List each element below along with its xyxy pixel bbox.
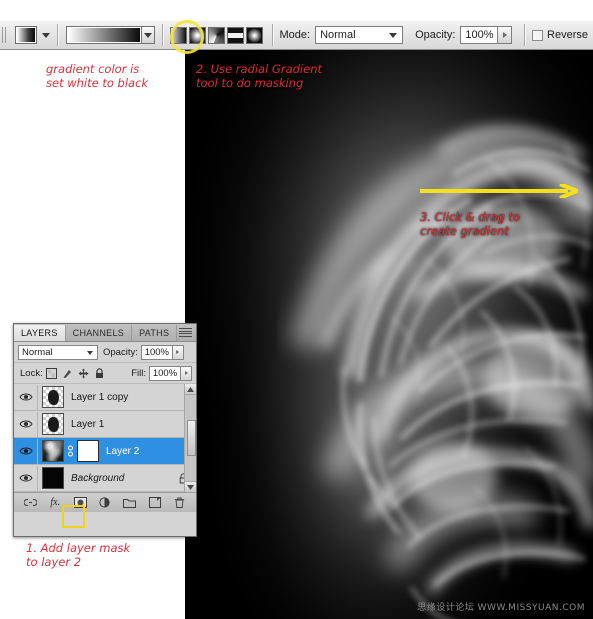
divider [56,24,58,46]
layer-style-fx-icon[interactable]: fx. [48,495,63,510]
gradient-picker-button[interactable] [142,26,156,44]
annotation-gradient-color: gradient color is set white to black [46,62,149,90]
layers-panel-toolbar: fx. [14,492,196,512]
options-bar-grip[interactable] [2,24,8,46]
site-watermark: 思缘设计论坛 WWW.MISSYUAN.COM [417,603,585,613]
table-row[interactable]: Layer 1 copy [14,384,196,411]
new-fill-adjustment-icon[interactable] [97,495,112,510]
lock-image-pixels-icon[interactable] [62,367,74,379]
blend-mode-row: Normal Opacity: 100% [14,342,196,363]
mask-link-icon[interactable] [66,445,75,457]
add-layer-mask-icon[interactable] [73,495,88,510]
radial-gradient-button[interactable] [188,26,206,44]
layer-blend-mode-select[interactable]: Normal [18,344,98,360]
layer-visibility-toggle[interactable] [15,438,38,464]
divider [271,24,273,46]
layer-mask-thumbnail[interactable] [77,440,99,462]
tab-layers[interactable]: LAYERS [14,325,66,341]
layer-name: Background [71,472,125,484]
layer-thumbnail[interactable] [42,440,64,462]
gradient-preview-white-to-black[interactable] [66,26,143,44]
layer-thumbnail[interactable] [42,386,64,408]
linear-gradient-button[interactable] [169,26,187,44]
layer-visibility-toggle[interactable] [15,411,38,437]
blend-mode-value: Normal [320,29,356,41]
panel-tab-bar: LAYERS CHANNELS PATHS [14,324,196,342]
lock-all-icon[interactable] [94,367,106,379]
divider [524,24,526,46]
panel-menu-icon[interactable] [179,328,192,337]
divider [162,24,163,46]
gradient-preset-swatch[interactable] [14,26,37,44]
annotation-step-3: 3. Click & drag to create gradient [420,210,520,238]
link-layers-icon[interactable] [23,495,38,510]
layer-blend-mode-value: Normal [22,346,53,358]
lock-position-icon[interactable] [78,367,90,379]
chevron-down-icon [144,32,153,38]
image-canvas[interactable] [185,47,593,619]
fill-stepper[interactable] [181,365,192,381]
layer-opacity-input[interactable]: 100% [140,344,173,360]
lock-transparent-pixels-icon[interactable] [46,367,58,379]
layers-panel: LAYERS CHANNELS PATHS Normal Opacity: 10… [13,323,197,537]
layer-name: Layer 1 [71,418,105,430]
lock-row: Lock: Fill: 100% [14,363,196,384]
annotation-step-1: 1. Add layer mask to layer 2 [26,541,131,569]
smoke-photo [185,47,593,619]
eye-icon [19,420,33,428]
new-layer-icon[interactable] [147,495,162,510]
delete-layer-icon[interactable] [172,495,187,510]
caret-up-icon[interactable] [185,384,196,395]
caret-down-icon[interactable] [185,481,196,492]
reflected-gradient-button[interactable] [226,26,244,44]
scrollbar-thumb[interactable] [187,420,196,456]
layer-name: Layer 2 [106,445,140,457]
angle-gradient-button[interactable] [207,26,225,44]
blend-mode-select[interactable]: Normal [315,26,404,44]
chevron-down-icon [87,350,93,355]
lock-label: Lock: [20,367,43,379]
layer-opacity-label: Opacity: [103,346,138,358]
eye-icon [19,447,33,455]
opacity-stepper[interactable] [498,26,513,44]
layer-thumbnail[interactable] [42,467,64,489]
fill-label: Fill: [131,367,146,379]
layer-list: Layer 1 copy Layer 1 Layer 2 Background [14,384,196,492]
mode-label: Mode: [279,29,311,41]
layer-visibility-toggle[interactable] [15,384,38,410]
opacity-input[interactable]: 100% [460,26,499,44]
table-row[interactable]: Layer 1 [14,411,196,438]
gradient-tool-options-bar: Mode: Normal Opacity: 100% Reverse [0,20,593,50]
table-row[interactable]: Layer 2 [14,438,196,465]
tab-paths[interactable]: PATHS [132,325,178,341]
diamond-gradient-button[interactable] [245,26,263,44]
layer-thumbnail[interactable] [42,413,64,435]
tab-channels[interactable]: CHANNELS [66,325,133,341]
reverse-checkbox[interactable] [532,29,544,41]
layer-opacity-stepper[interactable] [172,344,184,360]
table-row[interactable]: Background [14,465,196,492]
eye-icon [19,393,33,401]
layer-name: Layer 1 copy [71,391,129,403]
reverse-label: Reverse [547,29,589,41]
opacity-label: Opacity: [415,29,456,41]
annotation-step-2: 2. Use radial Gradient tool to do maskin… [196,62,322,90]
chevron-down-icon [389,33,398,38]
new-group-icon[interactable] [122,495,137,510]
fill-input[interactable]: 100% [149,365,181,381]
layer-visibility-toggle[interactable] [15,465,38,491]
layers-scrollbar[interactable] [184,384,196,492]
eye-icon [19,474,33,482]
drag-direction-arrow [420,184,578,198]
chevron-down-icon[interactable] [41,32,50,38]
